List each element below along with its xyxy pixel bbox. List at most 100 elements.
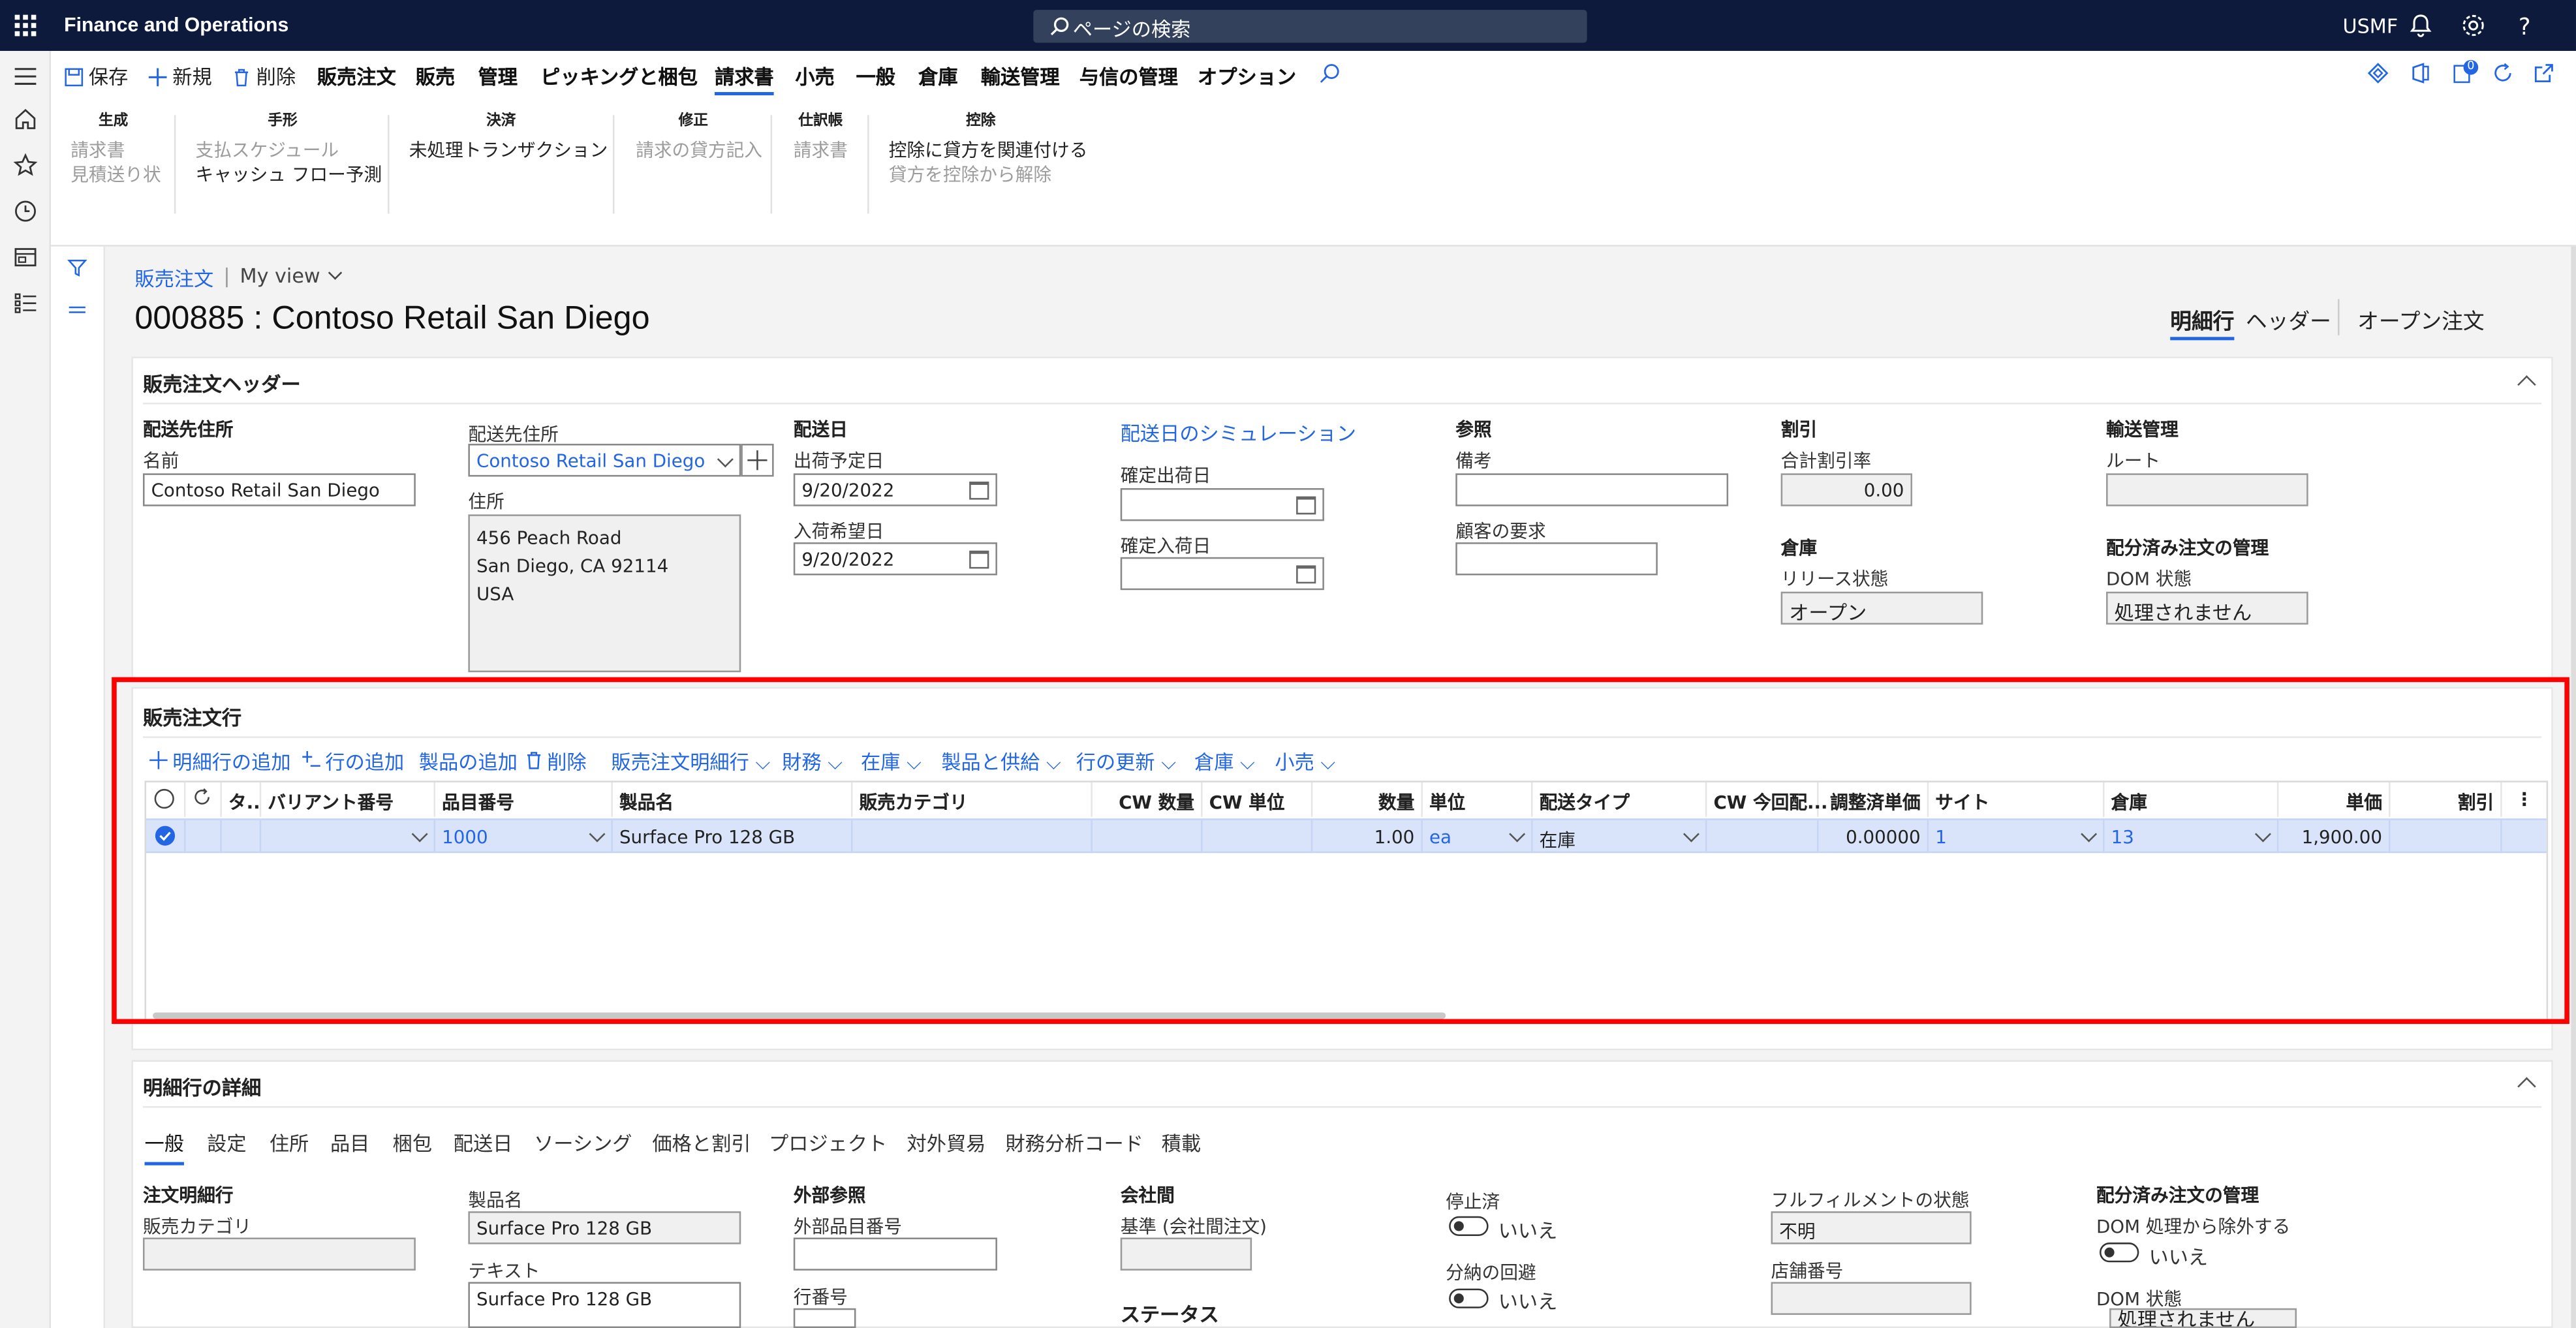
confirmed-receipt-date-field[interactable] (1120, 557, 1324, 591)
avoid-split-delivery-toggle[interactable] (1449, 1288, 1489, 1308)
calendar-icon[interactable] (969, 550, 989, 569)
page-scrollbar[interactable] (2571, 246, 2576, 1328)
product-name-field[interactable]: Surface Pro 128 GB (468, 1211, 741, 1244)
ship-date-field[interactable]: 9/20/2022 (793, 473, 997, 506)
customer-requisition-field[interactable] (1455, 542, 1658, 576)
bell-icon[interactable] (2407, 12, 2435, 40)
tab-lines-view[interactable]: 明細行 (2170, 304, 2235, 341)
route-field[interactable] (2106, 473, 2308, 506)
tab-options[interactable]: オプション (1198, 63, 1296, 91)
app-launcher-icon[interactable] (14, 14, 37, 37)
favorites-star-icon[interactable] (13, 153, 38, 178)
external-reference-group-label: 外部参照 (793, 1184, 866, 1207)
tab-sales-order[interactable]: 販売注文 (317, 63, 396, 91)
company-picker[interactable]: USMF (2343, 15, 2398, 38)
detail-tab-packing[interactable]: 梱包 (393, 1129, 432, 1157)
gear-icon[interactable] (2459, 12, 2487, 40)
detail-tab-foreign-trade[interactable]: 対外貿易 (907, 1129, 985, 1157)
detail-tab-sourcing[interactable]: ソーシング (534, 1129, 632, 1157)
breadcrumb-link[interactable]: 販売注文 (134, 264, 213, 292)
new-button[interactable]: 新規 (148, 63, 212, 91)
tab-invoice[interactable]: 請求書 (714, 63, 774, 96)
delete-button[interactable]: 削除 (232, 63, 296, 91)
receipt-date-field[interactable]: 9/20/2022 (793, 542, 997, 576)
open-transactions-button[interactable]: 未処理トランザクション (409, 136, 608, 162)
refresh-icon[interactable] (2492, 63, 2514, 84)
detail-tab-financial-dimensions[interactable]: 財務分析コード (1006, 1129, 1143, 1157)
action-search-icon[interactable] (1319, 63, 1341, 84)
dom-exclude-label: DOM 処理から除外する (2096, 1216, 2291, 1238)
tab-pick-and-pack[interactable]: ピッキングと梱包 (540, 63, 698, 91)
calendar-icon[interactable] (1296, 496, 1316, 515)
total-discount-field[interactable]: 0.00 (1780, 473, 1913, 506)
view-tabs-divider (2337, 299, 2340, 335)
dom-exclude-value: いいえ (2149, 1246, 2209, 1269)
external-item-number-field[interactable] (793, 1237, 997, 1271)
credit-note-button[interactable]: 請求の貸方記入 (636, 136, 762, 162)
dom-line-status-field[interactable]: 処理されません (2109, 1308, 2297, 1328)
details-section-title[interactable]: 明細行の詳細 (143, 1073, 261, 1102)
calendar-icon[interactable] (1296, 565, 1316, 584)
dom-status-field[interactable]: 処理されません (2106, 591, 2308, 625)
detail-tab-setup[interactable]: 設定 (207, 1129, 246, 1157)
recent-clock-icon[interactable] (13, 199, 38, 224)
pro-forma-invoice-button[interactable]: 見積送り状 (70, 161, 161, 187)
address-field[interactable]: 456 Peach Road San Diego, CA 92114 USA (468, 514, 741, 673)
search-icon (1050, 17, 1069, 36)
intercompany-basis-field[interactable] (1120, 1237, 1252, 1271)
modules-list-icon[interactable] (13, 291, 38, 316)
tab-header-view[interactable]: ヘッダー (2246, 304, 2331, 335)
add-address-button[interactable] (741, 444, 774, 477)
name-field[interactable]: Contoso Retail San Diego (142, 473, 416, 506)
detail-tab-price-and-discount[interactable]: 価格と割引 (652, 1129, 751, 1157)
home-icon[interactable] (13, 107, 38, 132)
calendar-icon[interactable] (969, 481, 989, 500)
invoice-journal-button[interactable]: 請求書 (794, 136, 848, 162)
detail-tab-product[interactable]: 品目 (330, 1129, 369, 1157)
office-icon[interactable] (2410, 63, 2432, 84)
release-status-field[interactable]: オープン (1780, 591, 1983, 625)
view-selector[interactable]: My view (240, 264, 342, 288)
line-number-field[interactable] (793, 1308, 856, 1328)
power-apps-icon[interactable] (2367, 63, 2389, 84)
help-icon[interactable]: ? (2512, 12, 2540, 40)
store-number-field[interactable] (1771, 1282, 1972, 1315)
detail-tab-load[interactable]: 積載 (1162, 1129, 1201, 1157)
remarks-field[interactable] (1455, 473, 1729, 506)
tab-retail[interactable]: 小売 (795, 63, 834, 91)
tab-general[interactable]: 一般 (856, 63, 895, 91)
hamburger-menu-icon[interactable] (13, 64, 38, 89)
tab-credit-management[interactable]: 与信の管理 (1079, 63, 1178, 91)
text-field[interactable]: Surface Pro 128 GB (468, 1282, 741, 1328)
open-in-new-window-icon[interactable] (2534, 63, 2555, 84)
fulfillment-status-field[interactable]: 不明 (1771, 1211, 1972, 1244)
delivery-date-simulation-link[interactable]: 配送日のシミュレーション (1121, 419, 1356, 447)
tab-transportation[interactable]: 輸送管理 (981, 63, 1060, 91)
tab-sell[interactable]: 販売 (416, 63, 455, 91)
delivery-address-select[interactable]: Contoso Retail San Diego (468, 444, 741, 477)
save-button[interactable]: 保存 (64, 63, 128, 91)
detail-tab-delivery[interactable]: 配送日 (454, 1129, 513, 1157)
detail-tab-general[interactable]: 一般 (144, 1129, 184, 1166)
list-icon[interactable] (67, 301, 87, 320)
cash-flow-forecast-button[interactable]: キャッシュ フロー予測 (196, 161, 382, 187)
stopped-toggle[interactable] (1449, 1216, 1489, 1236)
confirmed-ship-date-field[interactable] (1120, 488, 1324, 521)
workspaces-icon[interactable] (13, 245, 38, 270)
tab-warehouse[interactable]: 倉庫 (918, 63, 957, 91)
dom-exclude-toggle[interactable] (2099, 1243, 2139, 1263)
group-title-settle: 決済 (486, 113, 516, 130)
detail-tab-address[interactable]: 住所 (270, 1129, 309, 1157)
payment-schedule-button[interactable]: 支払スケジュール (196, 136, 339, 162)
detail-tab-project[interactable]: プロジェクト (769, 1129, 887, 1157)
unlink-credit-from-deduction-button[interactable]: 貸方を控除から解除 (889, 161, 1051, 187)
header-section-title[interactable]: 販売注文ヘッダー (143, 370, 301, 398)
tab-manage[interactable]: 管理 (478, 63, 518, 91)
generate-invoice-button[interactable]: 請求書 (70, 136, 125, 162)
filter-icon[interactable] (67, 258, 87, 277)
link-credit-to-deduction-button[interactable]: 控除に貸方を関連付ける (889, 136, 1088, 162)
section-divider (142, 403, 2542, 405)
sales-category-field[interactable] (142, 1237, 416, 1271)
page-search-input[interactable]: ページの検索 (1033, 10, 1587, 43)
open-orders-button[interactable]: オープン注文 (2357, 304, 2484, 335)
